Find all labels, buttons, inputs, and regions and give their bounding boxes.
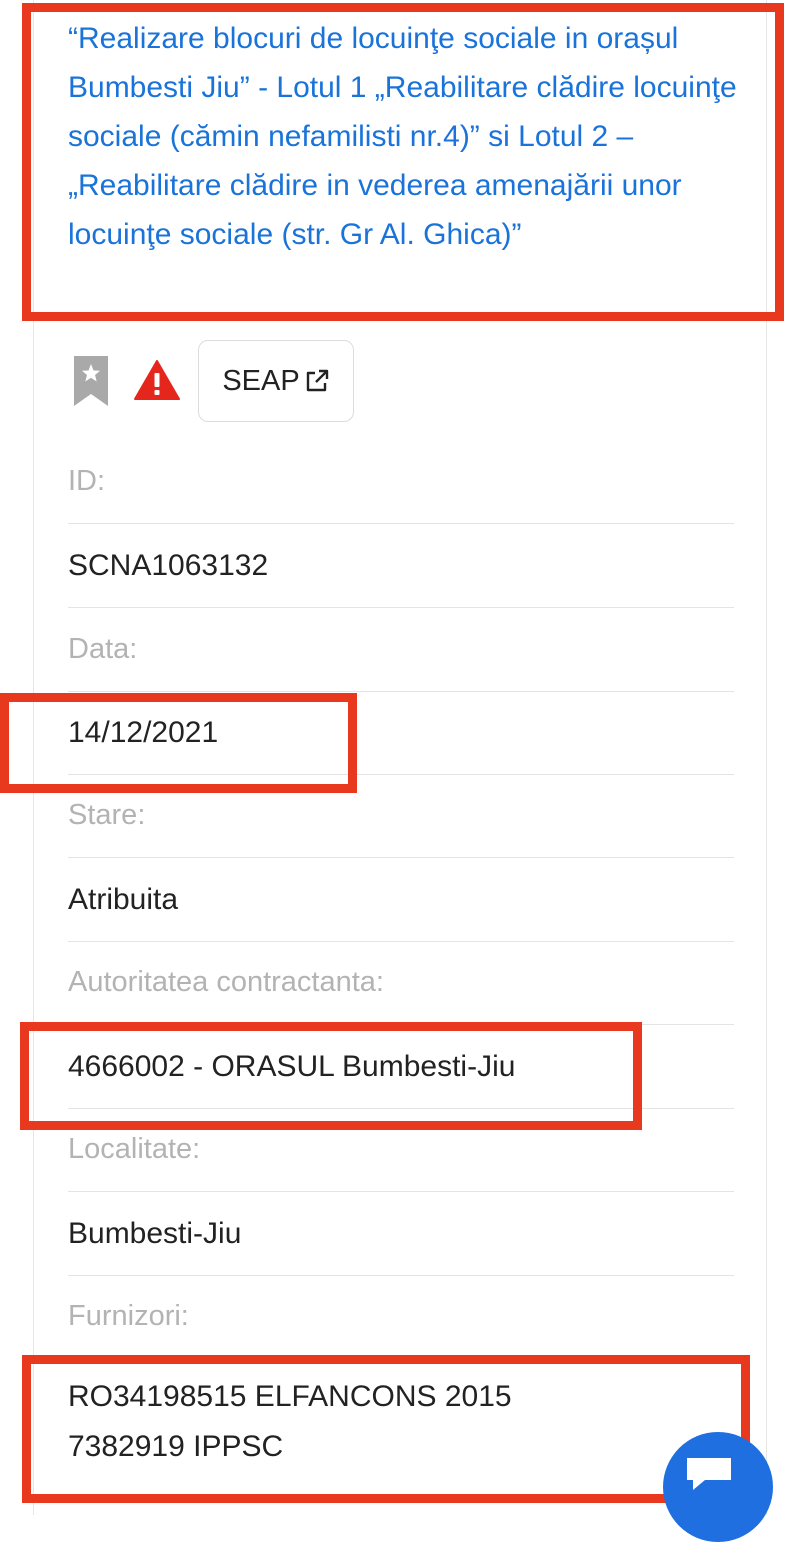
- autoritate-label-row: Autoritatea contractanta:: [68, 941, 734, 1025]
- id-label-row: ID:: [68, 440, 734, 524]
- seap-button[interactable]: SEAP: [198, 340, 354, 422]
- id-label: ID:: [68, 465, 106, 497]
- autoritate-label: Autoritatea contractanta:: [68, 966, 384, 998]
- data-label: Data:: [68, 633, 138, 665]
- furnizori-label: Furnizori:: [68, 1300, 189, 1332]
- seap-button-label: SEAP: [222, 364, 300, 397]
- highlight-box-date: [0, 693, 357, 793]
- chat-bubble-icon: [687, 1458, 731, 1490]
- bookmark-star-icon[interactable]: [74, 356, 108, 406]
- chat-button[interactable]: [663, 1432, 773, 1542]
- external-link-icon: [306, 369, 328, 392]
- action-bar: SEAP: [74, 340, 374, 424]
- localitate-value: Bumbesti-Jiu: [68, 1216, 242, 1250]
- id-value: SCNA1063132: [68, 548, 269, 582]
- furnizori-label-row: Furnizori:: [68, 1275, 734, 1359]
- stare-value: Atribuita: [68, 882, 179, 916]
- stare-label: Stare:: [68, 799, 146, 831]
- localitate-label: Localitate:: [68, 1133, 201, 1165]
- highlight-box-title: [22, 3, 784, 321]
- stare-value-row: Atribuita: [68, 858, 734, 942]
- localitate-value-row: Bumbesti-Jiu: [68, 1192, 734, 1276]
- highlight-box-suppliers: [22, 1355, 750, 1503]
- warning-triangle-icon[interactable]: [134, 360, 180, 400]
- data-label-row: Data:: [68, 608, 734, 692]
- highlight-box-authority: [20, 1022, 642, 1130]
- id-value-row: SCNA1063132: [68, 524, 734, 608]
